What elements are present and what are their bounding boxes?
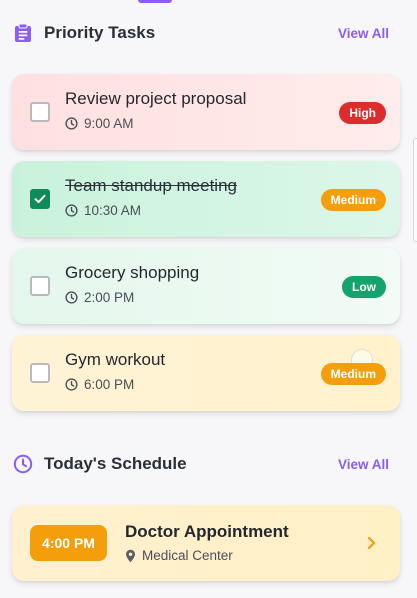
task-title: Review project proposal: [65, 89, 247, 108]
event-location: Medical Center: [125, 548, 233, 563]
clock-icon: [12, 453, 34, 475]
clock-icon: [65, 291, 78, 304]
clock-icon: [65, 378, 78, 391]
task-time-label: 10:30 AM: [84, 203, 142, 218]
event-time-pill: 4:00 PM: [30, 525, 107, 561]
priority-badge: High: [339, 102, 386, 124]
clock-icon: [65, 117, 78, 130]
chevron-right-icon[interactable]: [364, 533, 378, 553]
task-checkbox-checked[interactable]: [30, 189, 50, 209]
top-tab-indicator: [138, 0, 172, 3]
task-card[interactable]: Grocery shopping 2:00 PM Low: [12, 248, 400, 324]
task-checkbox[interactable]: [30, 102, 50, 122]
task-card[interactable]: Team standup meeting 10:30 AM Medium: [12, 161, 400, 237]
schedule-header: Today's Schedule View All: [12, 449, 389, 479]
priority-view-all-link[interactable]: View All: [338, 26, 389, 41]
task-card[interactable]: Gym workout 6:00 PM Medium: [12, 335, 400, 411]
schedule-view-all-link[interactable]: View All: [338, 457, 389, 472]
clipboard-icon: [12, 22, 34, 44]
schedule-event-card[interactable]: 4:00 PM Doctor Appointment Medical Cente…: [12, 505, 400, 581]
task-time: 9:00 AM: [65, 116, 134, 131]
task-title: Gym workout: [65, 350, 166, 369]
task-checkbox[interactable]: [30, 363, 50, 383]
scroll-edge[interactable]: [413, 138, 417, 242]
event-title: Doctor Appointment: [125, 522, 289, 541]
schedule-title: Today's Schedule: [44, 454, 187, 473]
priority-badge: Low: [342, 276, 386, 298]
check-icon: [34, 194, 46, 204]
map-pin-icon: [126, 549, 135, 562]
task-time-label: 9:00 AM: [84, 116, 134, 131]
task-checkbox[interactable]: [30, 276, 50, 296]
task-title: Team standup meeting: [65, 176, 237, 195]
task-time: 2:00 PM: [65, 290, 134, 305]
priority-badge: Medium: [320, 189, 386, 211]
priority-tasks-header: Priority Tasks View All: [12, 18, 389, 48]
task-time-label: 2:00 PM: [84, 290, 135, 305]
priority-tasks-title: Priority Tasks: [44, 23, 156, 42]
task-card[interactable]: Review project proposal 9:00 AM High: [12, 74, 400, 150]
event-location-label: Medical Center: [142, 548, 233, 563]
task-title: Grocery shopping: [65, 263, 200, 282]
priority-badge: Medium: [320, 363, 386, 385]
task-time: 6:00 PM: [65, 377, 134, 392]
task-time: 10:30 AM: [65, 203, 141, 218]
task-time-label: 6:00 PM: [84, 377, 135, 392]
clock-icon: [65, 204, 78, 217]
